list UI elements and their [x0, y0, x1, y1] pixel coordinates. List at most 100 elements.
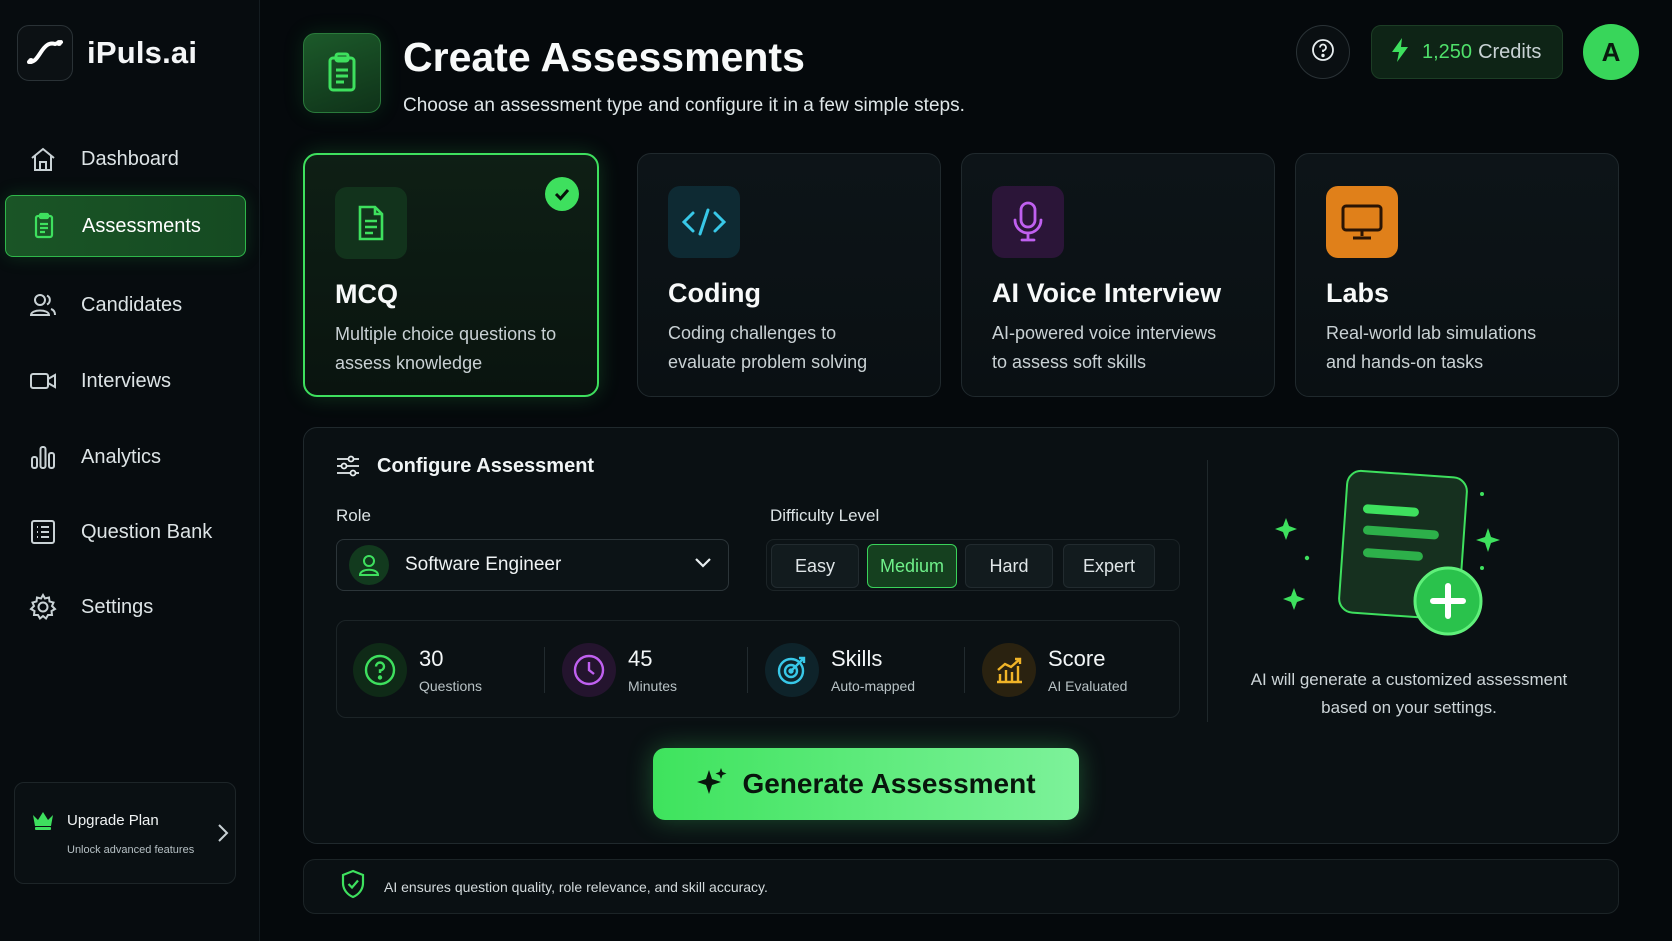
app-name: iPuls.ai — [87, 35, 198, 70]
list-icon — [25, 514, 61, 550]
stat-label: Minutes — [628, 678, 678, 694]
checkmark-icon — [545, 177, 579, 211]
gear-icon — [25, 589, 61, 625]
target-icon — [765, 643, 819, 697]
stats-bar: 30 Questions 45 Minutes Skills Auto-mapp… — [336, 620, 1180, 718]
upgrade-title: Upgrade Plan — [67, 812, 159, 829]
type-card-coding[interactable]: Coding Coding challenges to evaluate pro… — [637, 153, 941, 397]
generate-assessment-button[interactable]: Generate Assessment — [653, 748, 1079, 820]
generate-label: Generate Assessment — [742, 768, 1036, 799]
stat-value: Skills — [831, 646, 883, 671]
sidebar-item-dashboard[interactable]: Dashboard — [5, 128, 246, 190]
stat-value: 30 — [419, 646, 444, 671]
type-description: Coding challenges to evaluate problem so… — [668, 323, 868, 372]
clipboard-icon — [303, 33, 381, 113]
type-description: AI-powered voice interviews to assess so… — [992, 323, 1217, 372]
credits-value: 1,250 — [1422, 40, 1473, 63]
difficulty-hard-button[interactable]: Hard — [965, 544, 1053, 588]
stat-value: Score — [1048, 646, 1106, 671]
type-name: Labs — [1326, 278, 1390, 308]
page-title: Create Assessments — [403, 34, 805, 80]
role-dropdown[interactable]: Software Engineer — [336, 539, 729, 591]
sidebar-item-interviews[interactable]: Interviews — [5, 350, 246, 412]
stat-value: 45 — [628, 646, 653, 671]
configure-panel: Configure Assessment Role Software Engin… — [303, 427, 1619, 844]
video-icon — [25, 363, 61, 399]
stat-label: Questions — [419, 678, 483, 694]
panel-divider — [1207, 460, 1208, 722]
type-card-ai-voice-interview[interactable]: AI Voice Interview AI-powered voice inte… — [961, 153, 1275, 397]
upgrade-plan-card[interactable]: Upgrade Plan Unlock advanced features — [14, 782, 236, 884]
sidebar-item-analytics[interactable]: Analytics — [5, 426, 246, 488]
main-content: Create Assessments Choose an assessment … — [260, 0, 1672, 941]
stat-minutes: 45 Minutes — [562, 641, 677, 699]
stat-score: Score AI Evaluated — [982, 641, 1127, 699]
upgrade-subtitle: Unlock advanced features — [67, 844, 195, 856]
lightning-icon — [1390, 37, 1410, 68]
type-description: Real-world lab simulations and hands-on … — [1326, 323, 1537, 372]
sidebar-item-question-bank[interactable]: Question Bank — [5, 501, 246, 563]
shield-check-icon — [340, 869, 366, 904]
sidebar: iPuls.ai Dashboard Assessments Candidate… — [0, 0, 260, 941]
sidebar-item-assessments[interactable]: Assessments — [5, 195, 246, 257]
difficulty-expert-button[interactable]: Expert — [1063, 544, 1155, 588]
stat-skills: Skills Auto-mapped — [765, 641, 915, 699]
sliders-icon — [336, 455, 360, 482]
credits-label: Credits — [1478, 40, 1542, 63]
sidebar-item-label: Candidates — [81, 293, 183, 316]
help-button[interactable] — [1296, 25, 1350, 79]
difficulty-easy-button[interactable]: Easy — [771, 544, 859, 588]
difficulty-selector: Easy Medium Hard Expert — [766, 539, 1180, 591]
type-name: AI Voice Interview — [992, 278, 1222, 308]
stat-divider — [544, 647, 545, 693]
monitor-icon — [1326, 186, 1398, 258]
footer-text: AI ensures question quality, role releva… — [384, 878, 768, 895]
clipboard-icon — [26, 208, 62, 244]
difficulty-medium-button[interactable]: Medium — [867, 544, 957, 588]
clock-icon — [562, 643, 616, 697]
sidebar-item-label: Assessments — [82, 214, 201, 237]
type-card-mcq[interactable]: MCQ Multiple choice questions to assess … — [303, 153, 599, 397]
stat-label: AI Evaluated — [1048, 678, 1128, 694]
user-icon — [349, 545, 389, 585]
type-card-labs[interactable]: Labs Real-world lab simulations and hand… — [1295, 153, 1619, 397]
users-icon — [25, 287, 61, 323]
stat-divider — [747, 647, 748, 693]
role-label: Role — [336, 506, 371, 525]
sidebar-item-candidates[interactable]: Candidates — [5, 274, 246, 336]
type-description: Multiple choice questions to assess know… — [335, 324, 557, 373]
code-icon — [668, 186, 740, 258]
page-subtitle: Choose an assessment type and configure … — [403, 95, 965, 116]
sidebar-item-label: Interviews — [81, 369, 172, 392]
sidebar-item-label: Analytics — [81, 445, 162, 468]
sidebar-item-label: Settings — [81, 595, 154, 618]
sidebar-item-label: Question Bank — [81, 520, 213, 543]
crown-icon — [31, 809, 55, 836]
growth-chart-icon — [982, 643, 1036, 697]
sidebar-item-settings[interactable]: Settings — [5, 576, 246, 638]
sparkle-icon — [696, 766, 728, 803]
home-icon — [25, 141, 61, 177]
microphone-icon — [992, 186, 1064, 258]
bar-chart-icon — [25, 439, 61, 475]
stat-questions: 30 Questions — [353, 641, 482, 699]
type-name: MCQ — [335, 279, 398, 309]
app-logo[interactable]: iPuls.ai — [17, 25, 197, 81]
stat-label: Auto-mapped — [831, 678, 916, 694]
pulse-logo-icon — [17, 25, 73, 81]
ai-note: AI will generate a customized assessment… — [1250, 670, 1568, 717]
avatar[interactable]: A — [1583, 24, 1639, 80]
credits-badge[interactable]: 1,250 Credits — [1371, 25, 1563, 79]
sidebar-item-label: Dashboard — [81, 147, 179, 170]
chevron-down-icon — [694, 556, 712, 574]
ai-document-illustration — [1266, 468, 1536, 648]
question-circle-icon — [353, 643, 407, 697]
document-icon — [335, 187, 407, 259]
type-name: Coding — [668, 278, 761, 308]
role-value: Software Engineer — [405, 554, 562, 575]
difficulty-label: Difficulty Level — [770, 506, 880, 525]
ai-quality-notice: AI ensures question quality, role releva… — [303, 859, 1619, 914]
chevron-right-icon — [217, 823, 229, 848]
help-icon — [1311, 38, 1335, 67]
stat-divider — [964, 647, 965, 693]
